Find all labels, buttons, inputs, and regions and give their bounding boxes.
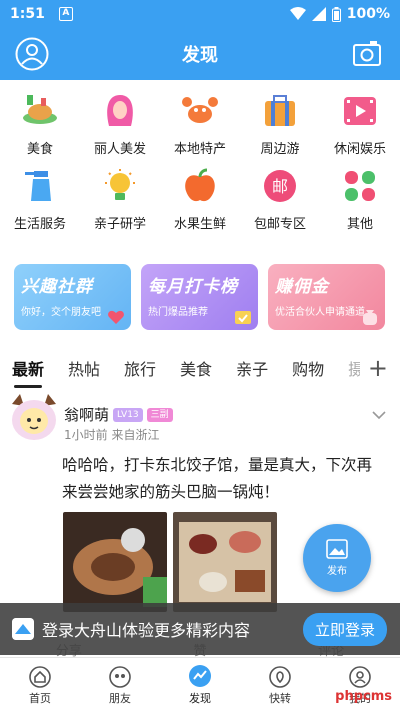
nav-label: 朋友 [109, 692, 131, 705]
friends-icon [109, 666, 131, 688]
card-title: 每月打卡榜 [148, 277, 238, 297]
tab-parenting[interactable]: 亲子 [236, 356, 268, 380]
nav-label: 发现 [189, 692, 211, 705]
login-button[interactable]: 立即登录 [302, 612, 387, 646]
camera-icon[interactable] [352, 39, 382, 69]
wifi-icon [289, 7, 306, 20]
location-icon [269, 666, 291, 688]
heart-icon [108, 310, 124, 324]
avatar[interactable] [8, 390, 60, 446]
tab-food[interactable]: 美食 [180, 356, 212, 380]
hair-icon [107, 95, 133, 126]
money-bag-icon [363, 310, 377, 325]
category-travel[interactable]: 周边游 [240, 90, 320, 165]
category-free-shipping[interactable]: 邮 包邮专区 [240, 165, 320, 240]
category-food[interactable]: 美食 [0, 90, 80, 165]
roast-chicken-icon [23, 95, 57, 124]
post-text: 哈哈哈，打卡东北饺子馆，量是真大，下次再来尝尝她家的筋头巴脑一锅炖！ [62, 456, 373, 501]
tab-latest[interactable]: 最新 [12, 356, 44, 388]
post-author: 翁啊萌 LV13 三副 [64, 404, 173, 425]
svg-text:邮: 邮 [272, 177, 288, 196]
category-specialty[interactable]: 本地特产 [160, 90, 240, 165]
nav-label: 快转 [269, 692, 291, 705]
nav-friends[interactable]: 朋友 [80, 658, 160, 710]
home-icon [29, 666, 51, 688]
bottom-nav: 首页 朋友 发现 快转 我的 phpcms [0, 657, 400, 710]
card-earn-commission[interactable]: 赚佣金 优活合伙人申请通道 [268, 264, 385, 330]
film-icon [344, 97, 376, 125]
category-grid: 美食 丽人美发 本地特产 周边游 休闲娱乐 生活服务 亲子研学 水果生鲜 邮 包… [0, 90, 400, 240]
category-other[interactable]: 其他 [320, 165, 400, 240]
card-interest-group[interactable]: 兴趣社群 你好，交个朋友吧 [14, 264, 131, 330]
notification-icon: A [58, 7, 73, 21]
page-title: 发现 [182, 45, 218, 66]
category-beauty[interactable]: 丽人美发 [80, 90, 160, 165]
user-avatar-icon[interactable] [15, 37, 49, 71]
discover-icon [189, 665, 211, 687]
post-images [63, 512, 277, 612]
chevron-down-icon[interactable] [372, 410, 386, 420]
profile-icon [349, 666, 371, 688]
image-icon [326, 539, 348, 559]
crab-icon [182, 97, 218, 123]
category-label: 丽人美发 [93, 142, 146, 157]
category-services[interactable]: 生活服务 [0, 165, 80, 240]
app-header: 发现 [0, 28, 400, 80]
tab-shopping[interactable]: 购物 [292, 356, 324, 380]
category-label: 水果生鲜 [173, 217, 226, 232]
category-parent-child[interactable]: 亲子研学 [80, 165, 160, 240]
apple-icon [185, 168, 215, 202]
login-prompt: 登录大舟山体验更多精彩内容 [42, 621, 251, 640]
add-tab-icon[interactable]: + [368, 354, 388, 382]
status-time: 1:51 [10, 6, 45, 22]
nav-discover[interactable]: 发现 [160, 658, 240, 710]
mail-badge-icon: 邮 [264, 170, 296, 202]
status-bar: 1:51 A 100% [0, 0, 400, 28]
level-badge: LV13 [113, 407, 143, 422]
category-label: 亲子研学 [93, 217, 146, 232]
category-label: 美食 [26, 142, 53, 157]
publish-button[interactable]: 发布 [303, 524, 371, 592]
rank-badge: 三副 [146, 407, 173, 422]
suitcase-icon [265, 95, 295, 126]
card-title: 兴趣社群 [21, 277, 93, 297]
signal-icon [311, 7, 326, 21]
nav-kuaizhuan[interactable]: 快转 [240, 658, 320, 710]
card-monthly-checkin[interactable]: 每月打卡榜 热门爆品推荐 [141, 264, 258, 330]
status-right: 100% [289, 6, 390, 22]
category-fruit[interactable]: 水果生鲜 [160, 165, 240, 240]
clover-icon [345, 171, 375, 201]
tab-travel[interactable]: 旅行 [124, 356, 156, 380]
post-image[interactable] [173, 512, 277, 612]
lightbulb-icon [105, 169, 135, 200]
tab-photo[interactable]: 摄 [348, 356, 360, 380]
category-entertainment[interactable]: 休闲娱乐 [320, 90, 400, 165]
category-label: 周边游 [260, 142, 300, 157]
category-label: 生活服务 [13, 217, 66, 232]
username[interactable]: 翁啊萌 [64, 404, 109, 425]
tab-hot[interactable]: 热帖 [68, 356, 100, 380]
calendar-check-icon [235, 311, 251, 324]
category-label: 其他 [346, 217, 373, 232]
publish-label: 发布 [327, 566, 347, 577]
nav-home[interactable]: 首页 [0, 658, 80, 710]
card-title: 赚佣金 [275, 277, 329, 297]
feed-tabs: 最新 热帖 旅行 美食 亲子 购物 摄 + [0, 350, 400, 388]
promo-cards: 兴趣社群 你好，交个朋友吧 每月打卡榜 热门爆品推荐 赚佣金 优活合伙人申请通道 [14, 264, 386, 330]
nav-label: 首页 [29, 692, 51, 705]
category-label: 本地特产 [173, 142, 226, 157]
post-image[interactable] [63, 512, 167, 612]
battery-icon [331, 6, 341, 22]
category-label: 包邮专区 [253, 217, 306, 232]
spray-bottle-icon [25, 171, 51, 201]
login-banner: 登录大舟山体验更多精彩内容 立即登录 [0, 603, 400, 655]
battery-percent: 100% [346, 6, 390, 22]
category-label: 休闲娱乐 [333, 142, 386, 157]
post-meta: 1小时前 来自浙江 [64, 428, 160, 442]
app-logo-icon [12, 618, 34, 640]
watermark: phpcms [335, 689, 392, 704]
